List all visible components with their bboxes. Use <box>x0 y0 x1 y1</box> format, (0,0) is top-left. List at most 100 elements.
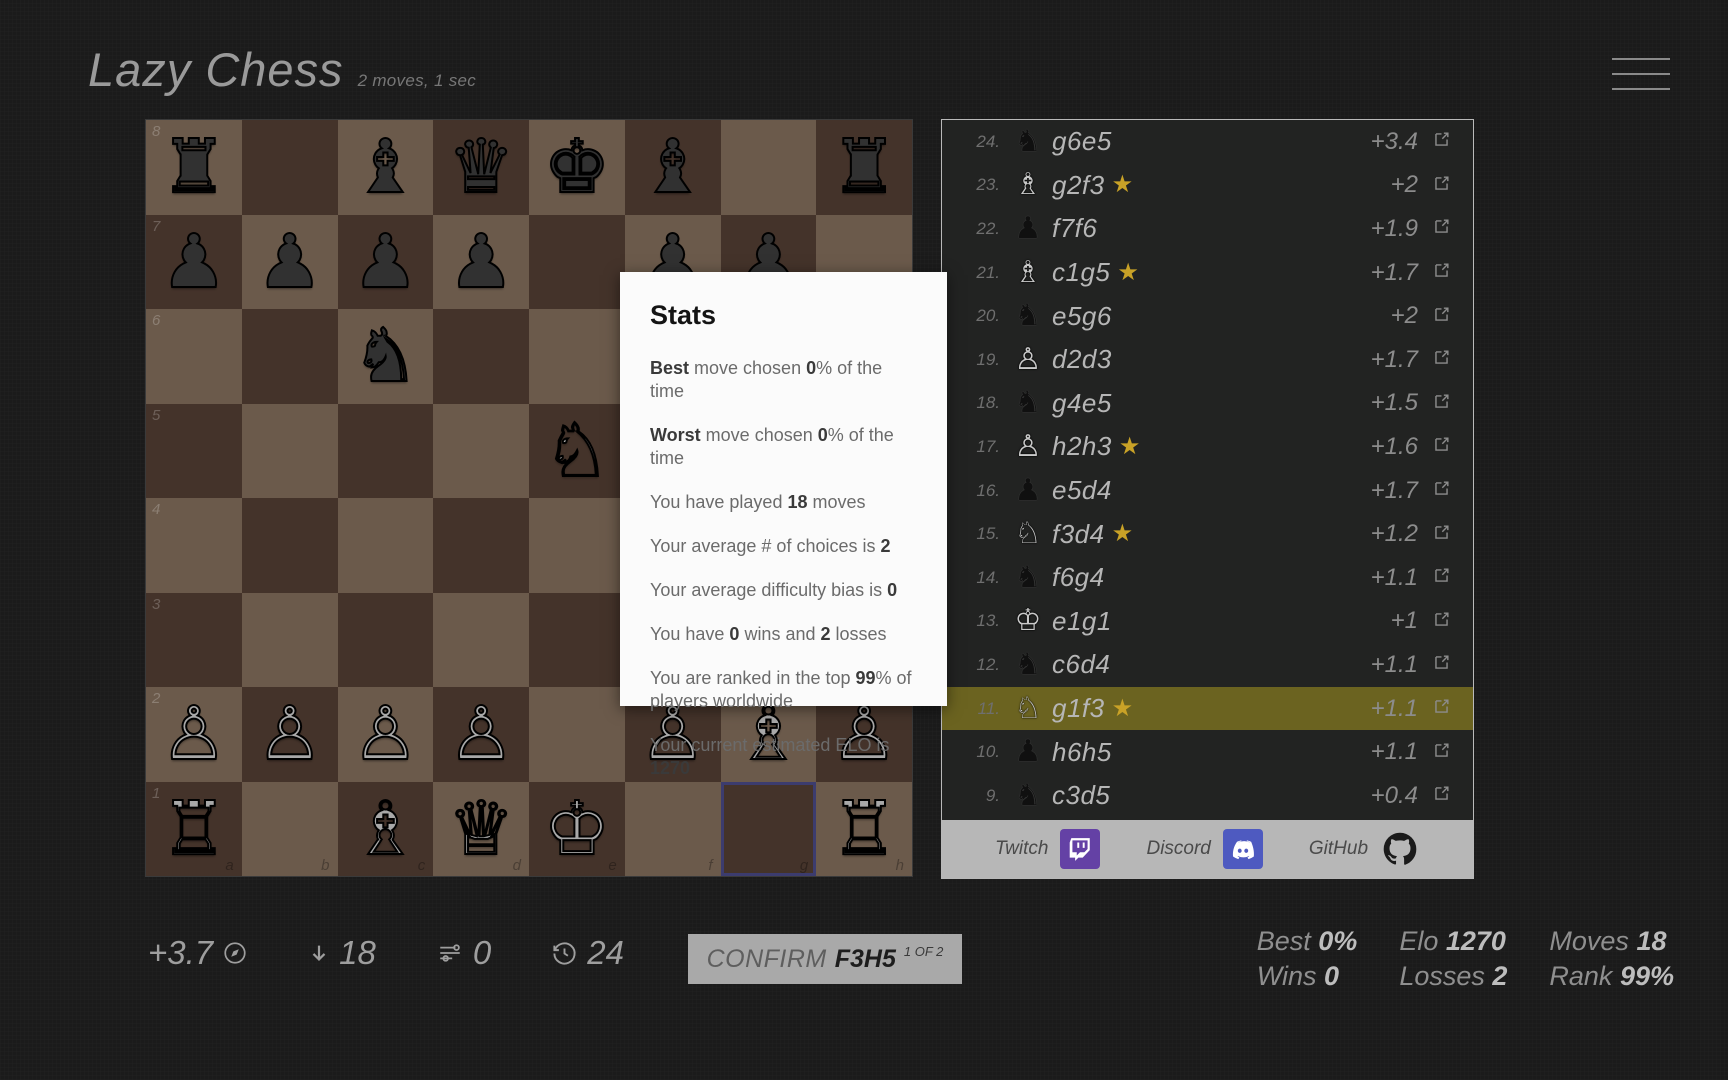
board-square-b8[interactable] <box>241 120 338 215</box>
external-link-icon[interactable] <box>1432 261 1451 284</box>
board-square-b2[interactable]: ♙ <box>241 687 338 782</box>
piece-wn[interactable]: ♘ <box>543 412 611 488</box>
piece-bb[interactable]: ♝ <box>638 129 706 205</box>
piece-wp[interactable]: ♙ <box>160 696 228 772</box>
board-square-h1[interactable]: h ♖ <box>816 781 912 876</box>
piece-bp[interactable]: ♟ <box>447 223 515 299</box>
piece-wk[interactable]: ♔ <box>543 790 611 866</box>
move-row[interactable]: 13. ♔ e1g1 +1 <box>942 600 1473 644</box>
board-square-b1[interactable]: b <box>241 781 338 876</box>
external-link-icon[interactable] <box>1432 305 1451 328</box>
board-square-a5[interactable]: 5 <box>146 403 242 498</box>
board-square-f8[interactable]: ♝ <box>624 120 721 215</box>
external-link-icon[interactable] <box>1432 392 1451 415</box>
move-row[interactable]: 10. ♟ h6h5 +1.1 <box>942 730 1473 774</box>
move-row[interactable]: 9. ♞ c3d5 +0.4 <box>942 774 1473 818</box>
move-row[interactable]: 17. ♙ h2h3 ★ +1.6 <box>942 425 1473 469</box>
board-square-h8[interactable]: ♜ <box>816 120 912 215</box>
board-square-a7[interactable]: 7 ♟ <box>146 214 242 309</box>
move-row[interactable]: 24. ♞ g6e5 +3.4 <box>942 120 1473 164</box>
external-link-icon[interactable] <box>1432 479 1451 502</box>
board-square-a3[interactable]: 3 <box>146 592 242 687</box>
move-history-panel[interactable]: 24. ♞ g6e5 +3.4 23. ♗ g2f3 ★ +2 22. ♟ f7f6 +1.9 21. ♗ c… <box>941 119 1474 879</box>
hamburger-menu-icon[interactable] <box>1612 52 1670 96</box>
piece-bp[interactable]: ♟ <box>351 223 419 299</box>
move-row[interactable]: 19. ♙ d2d3 +1.7 <box>942 338 1473 382</box>
board-square-c5[interactable] <box>337 403 434 498</box>
board-square-e5[interactable]: ♘ <box>529 403 625 498</box>
board-square-b4[interactable] <box>241 498 338 593</box>
move-row[interactable]: 12. ♞ c6d4 +1.1 <box>942 643 1473 687</box>
piece-br[interactable]: ♜ <box>160 129 228 205</box>
board-square-b6[interactable] <box>241 309 338 404</box>
piece-bb[interactable]: ♝ <box>351 129 419 205</box>
external-link-icon[interactable] <box>1432 697 1451 720</box>
social-link-discord[interactable]: Discord <box>1146 829 1263 869</box>
board-square-d6[interactable] <box>433 309 529 404</box>
external-link-icon[interactable] <box>1432 130 1451 153</box>
social-link-github[interactable]: GitHub <box>1309 829 1420 869</box>
piece-wp[interactable]: ♙ <box>255 696 323 772</box>
external-link-icon[interactable] <box>1432 174 1451 197</box>
board-square-e8[interactable]: ♚ <box>529 120 625 215</box>
external-link-icon[interactable] <box>1432 435 1451 458</box>
external-link-icon[interactable] <box>1432 566 1451 589</box>
board-square-a8[interactable]: 8 ♜ <box>146 120 242 215</box>
piece-bn[interactable]: ♞ <box>351 318 419 394</box>
social-link-twitch[interactable]: Twitch <box>995 829 1101 869</box>
board-square-e7[interactable] <box>529 214 625 309</box>
board-square-d4[interactable] <box>433 498 529 593</box>
move-row[interactable]: 18. ♞ g4e5 +1.5 <box>942 382 1473 426</box>
board-square-c8[interactable]: ♝ <box>337 120 434 215</box>
move-row[interactable]: 20. ♞ e5g6 +2 <box>942 294 1473 338</box>
piece-bq[interactable]: ♛ <box>447 129 515 205</box>
external-link-icon[interactable] <box>1432 348 1451 371</box>
board-square-e3[interactable] <box>529 592 625 687</box>
piece-bp[interactable]: ♟ <box>160 223 228 299</box>
board-square-e6[interactable] <box>529 309 625 404</box>
board-square-b7[interactable]: ♟ <box>241 214 338 309</box>
piece-wb[interactable]: ♗ <box>351 790 419 866</box>
external-link-icon[interactable] <box>1432 741 1451 764</box>
board-square-f1[interactable]: f <box>624 781 721 876</box>
move-row[interactable]: 23. ♗ g2f3 ★ +2 <box>942 164 1473 208</box>
move-row[interactable]: 21. ♗ c1g5 ★ +1.7 <box>942 251 1473 295</box>
board-square-d3[interactable] <box>433 592 529 687</box>
board-square-d1[interactable]: d ♕ <box>433 781 529 876</box>
piece-br[interactable]: ♜ <box>830 129 898 205</box>
piece-wp[interactable]: ♙ <box>351 696 419 772</box>
move-list[interactable]: 24. ♞ g6e5 +3.4 23. ♗ g2f3 ★ +2 22. ♟ f7f6 +1.9 21. ♗ c… <box>942 120 1473 820</box>
board-square-c3[interactable] <box>337 592 434 687</box>
board-square-e1[interactable]: e ♔ <box>529 781 625 876</box>
board-square-c4[interactable] <box>337 498 434 593</box>
board-square-c7[interactable]: ♟ <box>337 214 434 309</box>
board-square-d2[interactable]: ♙ <box>433 687 529 782</box>
board-square-e4[interactable] <box>529 498 625 593</box>
move-row[interactable]: 22. ♟ f7f6 +1.9 <box>942 207 1473 251</box>
move-row[interactable]: 14. ♞ f6g4 +1.1 <box>942 556 1473 600</box>
piece-wr[interactable]: ♖ <box>160 790 228 866</box>
board-square-g1[interactable]: g <box>720 781 817 876</box>
piece-wq[interactable]: ♕ <box>447 790 515 866</box>
piece-bk[interactable]: ♚ <box>543 129 611 205</box>
piece-wp[interactable]: ♙ <box>447 696 515 772</box>
piece-wr[interactable]: ♖ <box>830 790 898 866</box>
board-square-c1[interactable]: c ♗ <box>337 781 434 876</box>
stats-dialog[interactable]: Stats Best move chosen 0% of the time Wor… <box>620 272 947 778</box>
board-square-a6[interactable]: 6 <box>146 309 242 404</box>
external-link-icon[interactable] <box>1432 217 1451 240</box>
board-square-b5[interactable] <box>241 403 338 498</box>
piece-bp[interactable]: ♟ <box>255 223 323 299</box>
move-row[interactable]: 11. ♘ g1f3 ★ +1.1 <box>942 686 1473 731</box>
external-link-icon[interactable] <box>1432 523 1451 546</box>
board-square-a1[interactable]: 1 a ♖ <box>146 781 242 876</box>
confirm-move-button[interactable]: CONFIRM F3H5 1 OF 2 <box>688 934 962 984</box>
external-link-icon[interactable] <box>1432 653 1451 676</box>
board-square-c2[interactable]: ♙ <box>337 687 434 782</box>
external-link-icon[interactable] <box>1432 610 1451 633</box>
board-square-d8[interactable]: ♛ <box>433 120 529 215</box>
board-square-d7[interactable]: ♟ <box>433 214 529 309</box>
move-row[interactable]: 15. ♘ f3d4 ★ +1.2 <box>942 512 1473 556</box>
external-link-icon[interactable] <box>1432 784 1451 807</box>
board-square-c6[interactable]: ♞ <box>337 309 434 404</box>
